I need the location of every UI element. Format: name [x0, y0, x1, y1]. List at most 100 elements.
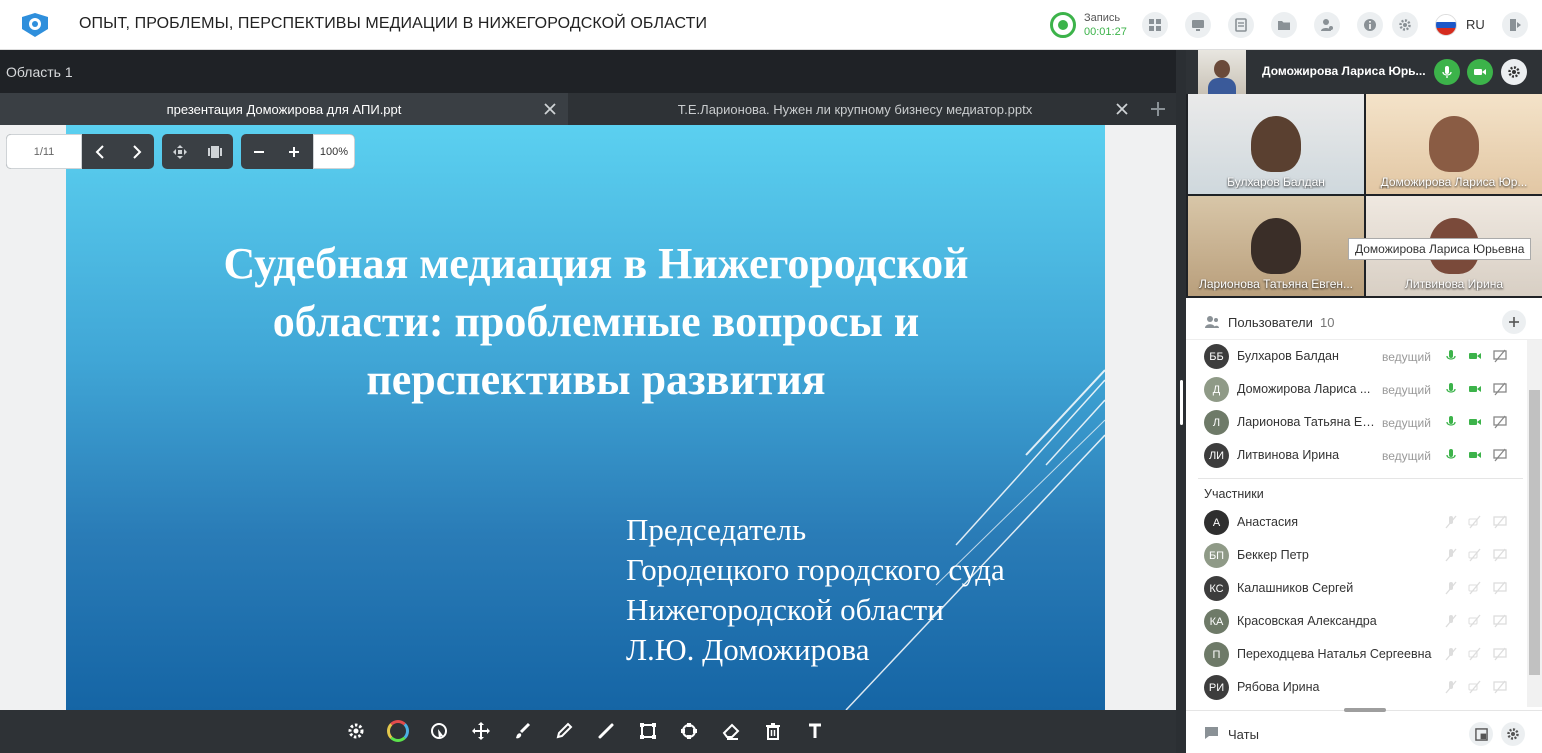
- section-divider: [1198, 478, 1523, 479]
- fit-width-button[interactable]: [162, 134, 197, 169]
- delete-drawing-button[interactable]: [762, 720, 784, 742]
- participant-video: [1251, 218, 1301, 274]
- trash-icon: [766, 723, 780, 740]
- screen-share-off-icon[interactable]: [1493, 382, 1507, 396]
- video-tile[interactable]: Булхаров Балдан: [1188, 94, 1364, 194]
- move-tool-button[interactable]: [470, 720, 492, 742]
- page-indicator[interactable]: 1/11: [6, 134, 82, 169]
- avatar: ББ: [1204, 344, 1229, 369]
- close-icon[interactable]: [542, 101, 558, 117]
- add-tab-icon[interactable]: [1148, 99, 1168, 119]
- draw-settings-button[interactable]: [345, 720, 367, 742]
- zoom-out-button[interactable]: [241, 134, 276, 169]
- eraser-tool-button[interactable]: [720, 720, 742, 742]
- users-header: Пользователи 10: [1186, 302, 1542, 340]
- russian-flag-icon[interactable]: [1435, 14, 1457, 36]
- pointer-tool-button[interactable]: [428, 720, 450, 742]
- settings-button[interactable]: [1392, 12, 1418, 38]
- chat-resize-handle[interactable]: [1344, 708, 1386, 712]
- app-root: ОПЫТ, ПРОБЛЕМЫ, ПЕРСПЕКТИВЫ МЕДИАЦИИ В Н…: [0, 0, 1542, 753]
- chat-bar[interactable]: Чаты: [1186, 708, 1542, 753]
- list-item[interactable]: КА Красовская Александра: [1186, 605, 1527, 638]
- document-tabs: презентация Доможирова для АПИ.ppt Т.Е.Л…: [0, 93, 1176, 125]
- camera-icon[interactable]: [1468, 415, 1482, 429]
- video-settings-button[interactable]: [1501, 59, 1527, 85]
- documents-button[interactable]: [1228, 12, 1254, 38]
- tab-presentation-larionova[interactable]: Т.Е.Ларионова. Нужен ли крупному бизнесу…: [570, 93, 1140, 125]
- self-name: Доможирова Лариса Юрь...: [1262, 64, 1426, 78]
- presentation-viewer: Судебная медиация в Нижегородской област…: [0, 125, 1176, 710]
- camera-icon[interactable]: [1468, 349, 1482, 363]
- close-icon[interactable]: [1114, 101, 1130, 117]
- zoom-in-button[interactable]: [276, 134, 311, 169]
- video-tile[interactable]: Ларионова Татьяна Евген...: [1188, 196, 1364, 296]
- tab-presentation-domozhirova[interactable]: презентация Доможирова для АПИ.ppt: [0, 93, 568, 125]
- list-item[interactable]: П Переходцева Наталья Сергеевна: [1186, 638, 1527, 671]
- list-item[interactable]: Д Доможирова Лариса ... ведущий: [1186, 373, 1527, 406]
- screen-share-off-icon: [1493, 515, 1507, 529]
- files-button[interactable]: [1271, 12, 1297, 38]
- slide: Судебная медиация в Нижегородской област…: [66, 125, 1105, 710]
- microphone-icon[interactable]: [1444, 349, 1458, 363]
- ellipse-tool-button[interactable]: [678, 720, 700, 742]
- screen-share-off-icon[interactable]: [1493, 415, 1507, 429]
- screen-share-off-icon[interactable]: [1493, 448, 1507, 462]
- language-selector[interactable]: RU: [1466, 17, 1485, 32]
- info-button[interactable]: [1357, 12, 1383, 38]
- microphone-toggle-button[interactable]: [1434, 59, 1460, 85]
- chat-window-button[interactable]: [1469, 722, 1493, 746]
- app-logo-icon[interactable]: [18, 11, 52, 39]
- camera-icon[interactable]: [1468, 382, 1482, 396]
- microphone-icon[interactable]: [1444, 415, 1458, 429]
- fit-height-button[interactable]: [197, 134, 232, 169]
- line-tool-button[interactable]: [595, 720, 617, 742]
- screen-share-off-icon[interactable]: [1493, 349, 1507, 363]
- user-name: Булхаров Балдан: [1237, 349, 1339, 363]
- pen-tool-button[interactable]: [553, 720, 575, 742]
- drawing-toolbar: [0, 710, 1176, 753]
- participant-video: [1429, 116, 1479, 172]
- recording-indicator[interactable]: Запись 00:01:27: [1050, 10, 1135, 40]
- microphone-icon[interactable]: [1444, 382, 1458, 396]
- list-item[interactable]: ЛИ Литвинова Ирина ведущий: [1186, 439, 1527, 472]
- users-icon: [1205, 316, 1219, 328]
- zoom-level[interactable]: 100%: [313, 134, 355, 169]
- chat-icon: [1205, 727, 1218, 739]
- slide-subtitle-line: Л.Ю. Доможирова: [626, 632, 870, 667]
- list-item[interactable]: А Анастасия: [1186, 506, 1527, 539]
- microphone-icon[interactable]: [1444, 448, 1458, 462]
- next-page-button[interactable]: [118, 134, 153, 169]
- chat-settings-button[interactable]: [1501, 722, 1525, 746]
- conference-title: ОПЫТ, ПРОБЛЕМЫ, ПЕРСПЕКТИВЫ МЕДИАЦИИ В Н…: [79, 15, 708, 32]
- gear-icon: [1508, 66, 1520, 78]
- list-item[interactable]: РИ Рябова Ирина: [1186, 671, 1527, 704]
- text-tool-button[interactable]: [804, 720, 826, 742]
- brush-tool-button[interactable]: [512, 720, 534, 742]
- self-video-thumbnail[interactable]: [1198, 50, 1246, 94]
- list-item[interactable]: БП Беккер Петр: [1186, 539, 1527, 572]
- list-item[interactable]: ББ Булхаров Балдан ведущий: [1186, 340, 1527, 373]
- list-item[interactable]: КС Калашников Сергей: [1186, 572, 1527, 605]
- camera-off-icon: [1468, 680, 1481, 694]
- list-item[interactable]: Л Ларионова Татьяна Ев... ведущий: [1186, 406, 1527, 439]
- screen-share-button[interactable]: [1185, 12, 1211, 38]
- camera-icon[interactable]: [1468, 448, 1482, 462]
- camera-toggle-button[interactable]: [1467, 59, 1493, 85]
- splitter-handle[interactable]: [1180, 380, 1183, 425]
- exit-button[interactable]: [1502, 12, 1528, 38]
- layout-button[interactable]: [1142, 12, 1168, 38]
- users-count: 10: [1320, 315, 1335, 330]
- rectangle-tool-button[interactable]: [637, 720, 659, 742]
- user-list: ББ Булхаров Балдан ведущий Д Доможирова …: [1186, 340, 1527, 707]
- user-list-scrollbar[interactable]: [1527, 340, 1542, 707]
- add-user-button[interactable]: [1502, 310, 1526, 334]
- scrollbar-thumb[interactable]: [1529, 390, 1540, 675]
- panel-splitter[interactable]: [1176, 50, 1186, 753]
- user-settings-button[interactable]: [1314, 12, 1340, 38]
- gear-icon: [1507, 728, 1519, 740]
- video-tile[interactable]: Доможирова Лариса Юр...: [1366, 94, 1542, 194]
- color-picker-button[interactable]: [387, 720, 409, 742]
- record-icon: [1050, 12, 1076, 38]
- user-role: ведущий: [1382, 449, 1431, 463]
- prev-page-button[interactable]: [83, 134, 118, 169]
